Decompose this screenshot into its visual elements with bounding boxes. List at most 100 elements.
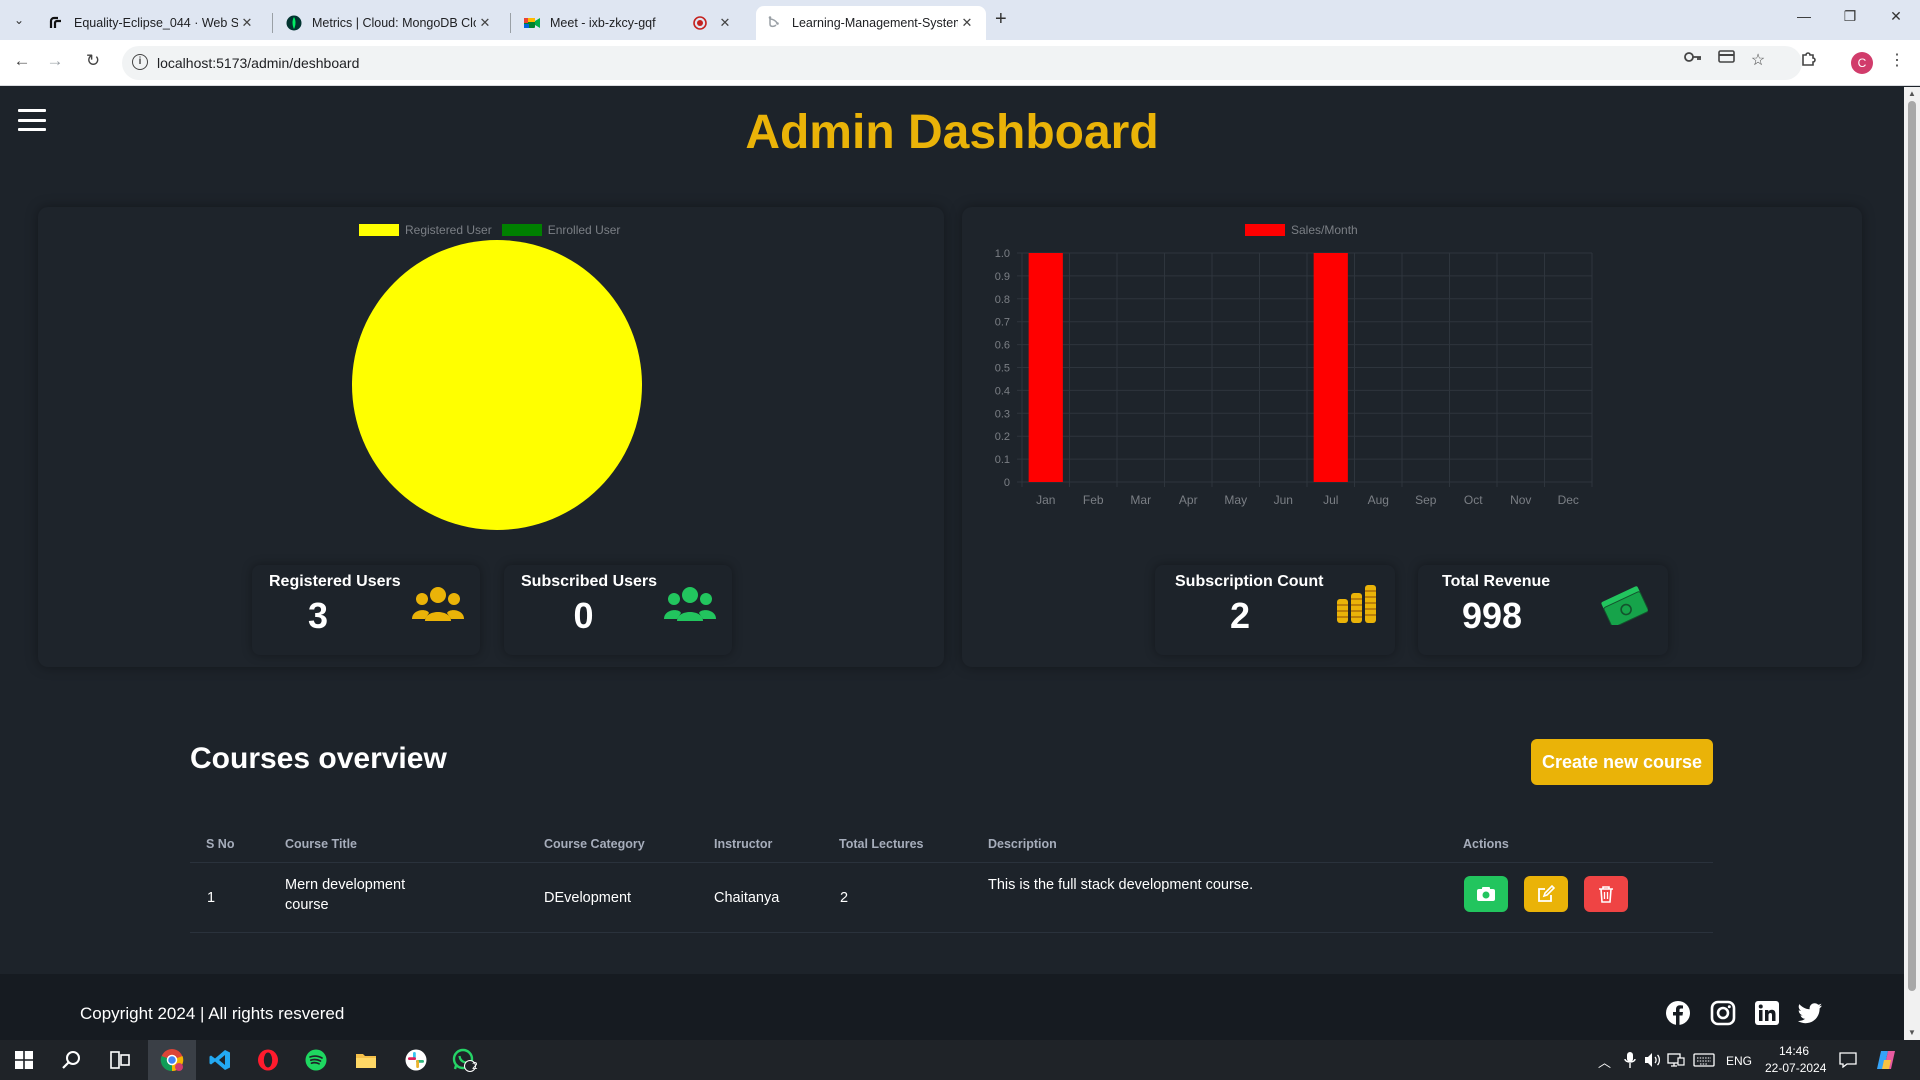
- tray-overflow-chevron-icon[interactable]: ︿: [1598, 1052, 1611, 1071]
- new-tab-button[interactable]: +: [995, 8, 1007, 31]
- extensions-puzzle-icon[interactable]: [1797, 50, 1819, 72]
- bar-jul[interactable]: [1313, 253, 1348, 482]
- language-indicator[interactable]: ENG: [1726, 1054, 1752, 1068]
- stat-value: 2: [1229, 595, 1251, 636]
- sales-bar-chart[interactable]: 1.0 0.9 0.8 0.7 0.6 0.5 0.4 0.3 0.2 0.1 0 Jan Feb Mar…: [972, 227, 1662, 507]
- site-info-icon[interactable]: i: [132, 54, 148, 70]
- y-tick-label: 0.4: [995, 385, 1010, 397]
- back-arrow-icon[interactable]: ←: [10, 51, 34, 71]
- column-header-course-title: Course Title: [285, 837, 358, 851]
- restore-window-icon[interactable]: ❐: [1840, 8, 1860, 25]
- task-view-icon[interactable]: [108, 1048, 132, 1072]
- url-text[interactable]: localhost:5173/admin/deshboard: [157, 55, 359, 71]
- minimize-window-icon[interactable]: —: [1794, 8, 1814, 24]
- edit-course-button[interactable]: [1524, 876, 1568, 912]
- registered-users-card: Registered Users 3: [252, 565, 480, 655]
- cell-sno: 1: [207, 890, 216, 906]
- browser-tab-lms[interactable]: Learning-Management-System ✕: [756, 6, 986, 40]
- clock-time[interactable]: 14:46: [1779, 1044, 1809, 1058]
- close-tab-icon[interactable]: ✕: [238, 15, 256, 31]
- slack-icon[interactable]: [404, 1048, 428, 1072]
- close-window-icon[interactable]: ✕: [1886, 8, 1906, 25]
- total-revenue-card: Total Revenue 998: [1418, 565, 1668, 655]
- pie-slice-registered-user[interactable]: [352, 240, 642, 530]
- bookmark-star-icon[interactable]: ☆: [1747, 50, 1769, 70]
- stat-label: Total Revenue: [1442, 573, 1551, 590]
- search-icon[interactable]: [60, 1048, 84, 1072]
- y-tick-label: 0.1: [995, 454, 1010, 466]
- instagram-icon[interactable]: [1710, 1000, 1736, 1026]
- facebook-icon[interactable]: [1665, 1000, 1691, 1026]
- page-scrollbar[interactable]: ▲ ▼: [1904, 87, 1920, 1040]
- scroll-down-arrow-icon[interactable]: ▼: [1908, 1028, 1916, 1037]
- x-tick-label: Jun: [1274, 493, 1293, 507]
- x-tick-label: Sep: [1415, 493, 1437, 507]
- clock-date[interactable]: 22-07-2024: [1765, 1061, 1826, 1075]
- google-meet-favicon-icon: [524, 15, 540, 31]
- y-tick-label: 1.0: [995, 248, 1010, 260]
- volume-icon[interactable]: [1641, 1048, 1665, 1072]
- cell-instructor: Chaitanya: [714, 890, 780, 906]
- profile-avatar[interactable]: C: [1851, 52, 1873, 74]
- stat-value: 3: [307, 595, 329, 636]
- column-header-description: Description: [988, 837, 1057, 851]
- tab-title: Meet - ixb-zkcy-gqf: [550, 16, 656, 30]
- network-icon[interactable]: [1664, 1048, 1688, 1072]
- column-header-instructor: Instructor: [714, 837, 773, 851]
- bar-jan[interactable]: [1028, 253, 1063, 482]
- file-explorer-icon[interactable]: [354, 1048, 378, 1072]
- address-bar[interactable]: i localhost:5173/admin/deshboard: [122, 46, 1802, 80]
- browser-tab-render[interactable]: Equality-Eclipse_044 · Web Ser ✕: [38, 6, 266, 40]
- tab-title: Metrics | Cloud: MongoDB Clou: [312, 16, 476, 30]
- view-lectures-button[interactable]: [1464, 876, 1508, 912]
- close-tab-icon[interactable]: ✕: [716, 15, 734, 31]
- cell-course-title-line1: Mern development: [285, 877, 406, 893]
- keyboard-icon[interactable]: [1692, 1048, 1716, 1072]
- spotify-icon[interactable]: [304, 1048, 328, 1072]
- browser-tab-meet[interactable]: Meet - ixb-zkcy-gqf ✕: [514, 6, 744, 40]
- reload-icon[interactable]: ↻: [81, 51, 105, 71]
- users-pie-chart[interactable]: [347, 235, 647, 535]
- windows-start-icon[interactable]: [12, 1048, 36, 1072]
- tab-search-chevron-icon[interactable]: ⌄: [8, 9, 30, 31]
- stat-value: 998: [1461, 595, 1523, 636]
- linkedin-icon[interactable]: [1754, 1000, 1780, 1026]
- cell-course-category: DEvelopment: [544, 890, 632, 906]
- cell-course-title-line2: course: [285, 897, 329, 913]
- vscode-icon[interactable]: [208, 1048, 232, 1072]
- coins-icon: [1335, 581, 1379, 628]
- scrollbar-thumb[interactable]: [1908, 101, 1916, 991]
- microphone-icon[interactable]: [1618, 1048, 1642, 1072]
- column-header-course-category: Course Category: [544, 837, 645, 851]
- vite-favicon-icon: [766, 15, 782, 31]
- x-tick-label: Jul: [1323, 493, 1338, 507]
- copilot-icon[interactable]: [1874, 1048, 1898, 1072]
- page-title: Admin Dashboard: [745, 106, 1159, 159]
- mongodb-favicon-icon: [286, 15, 302, 31]
- password-key-icon[interactable]: [1682, 50, 1704, 68]
- cell-description: This is the full stack development cours…: [988, 877, 1254, 893]
- tab-title: Equality-Eclipse_044 · Web Ser: [74, 16, 238, 30]
- twitter-icon[interactable]: [1797, 1000, 1823, 1026]
- subscribed-users-card: Subscribed Users 0: [504, 565, 732, 655]
- browser-menu-icon[interactable]: ⋮: [1886, 50, 1908, 70]
- copyright-text: Copyright 2024 | All rights resvered: [80, 1004, 345, 1023]
- create-new-course-button[interactable]: Create new course: [1531, 739, 1713, 785]
- courses-overview-title: Courses overview: [190, 742, 447, 775]
- y-tick-label: 0.3: [995, 408, 1010, 420]
- forward-arrow-icon[interactable]: →: [43, 51, 67, 71]
- recording-indicator-icon: [692, 15, 708, 31]
- close-tab-icon[interactable]: ✕: [958, 15, 976, 31]
- delete-course-button[interactable]: [1584, 876, 1628, 912]
- tab-separator: [510, 13, 511, 33]
- x-tick-label: Jan: [1036, 493, 1055, 507]
- opera-icon[interactable]: [256, 1048, 280, 1072]
- users-icon: [412, 585, 464, 628]
- chrome-icon[interactable]: [160, 1048, 184, 1072]
- browser-tab-mongodb[interactable]: Metrics | Cloud: MongoDB Clou ✕: [276, 6, 504, 40]
- notifications-icon[interactable]: [1836, 1048, 1860, 1072]
- scroll-up-arrow-icon[interactable]: ▲: [1908, 89, 1916, 98]
- payment-card-icon[interactable]: [1715, 50, 1737, 68]
- y-tick-label: 0.6: [995, 340, 1010, 352]
- close-tab-icon[interactable]: ✕: [476, 15, 494, 31]
